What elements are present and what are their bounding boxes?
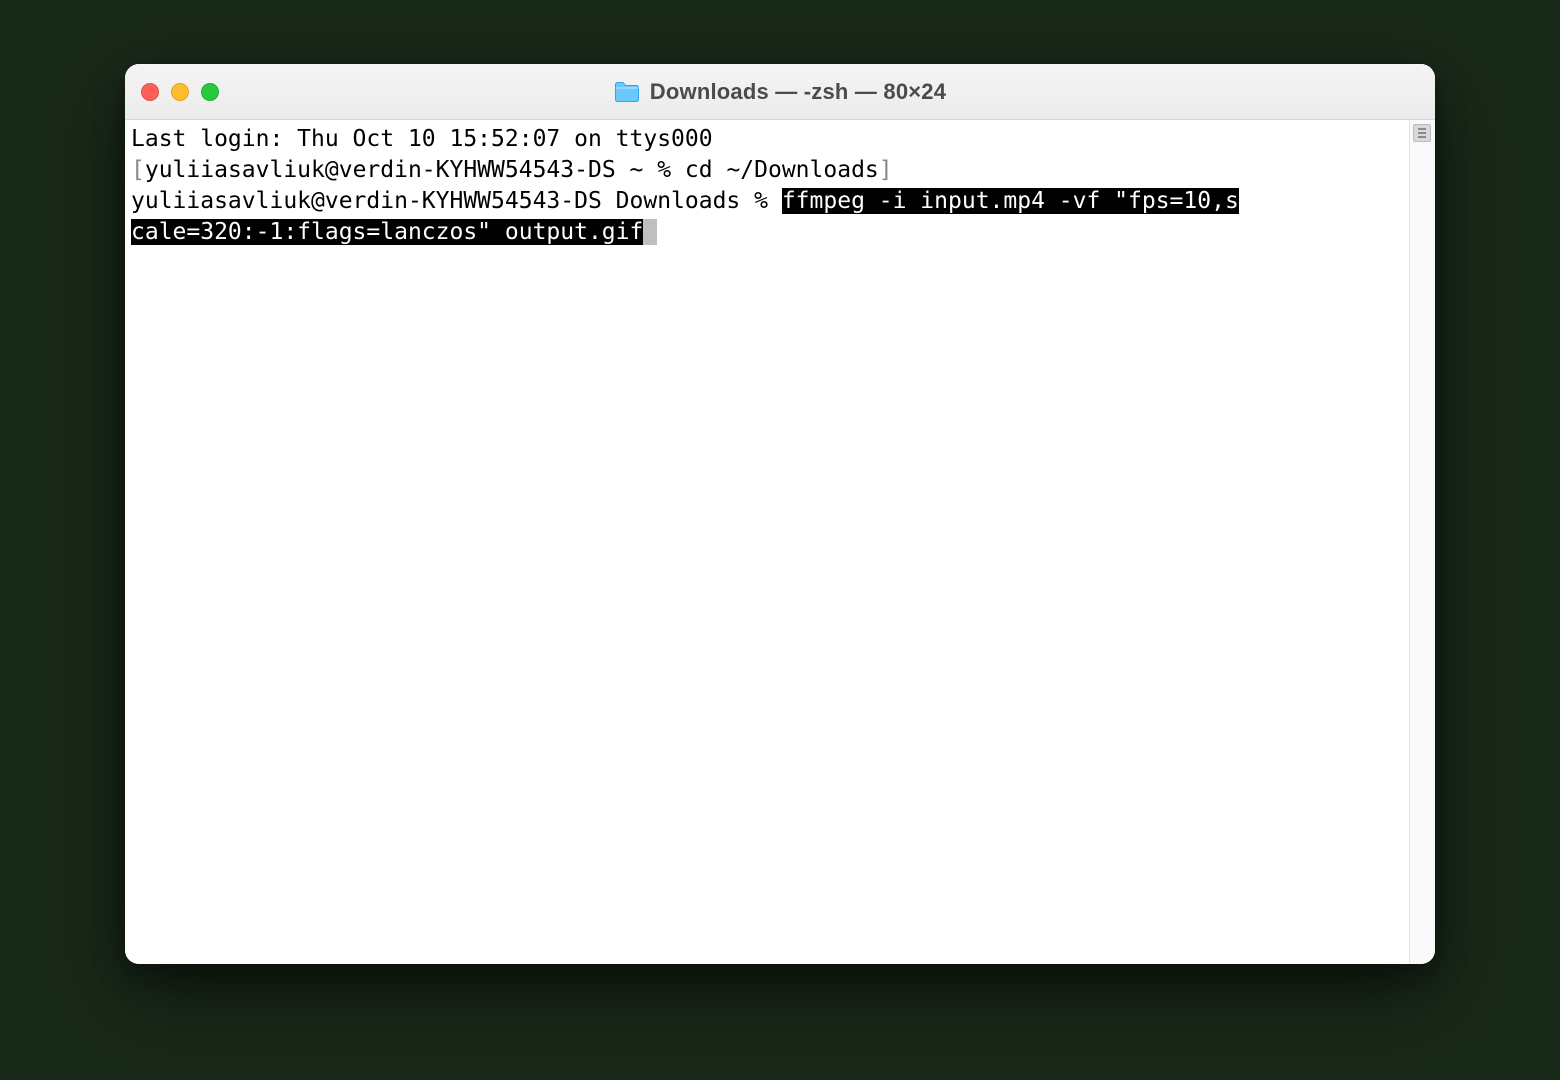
terminal-output[interactable]: Last login: Thu Oct 10 15:52:07 on ttys0… <box>125 120 1409 964</box>
minimize-button[interactable] <box>171 83 189 101</box>
command-2-selection-part-a: ffmpeg -i input.mp4 -vf "fps=10,s <box>782 188 1239 214</box>
prompt-open-bracket: [ <box>131 157 145 183</box>
scrollbar-track[interactable] <box>1409 120 1435 964</box>
close-button[interactable] <box>141 83 159 101</box>
traffic-lights <box>141 83 219 101</box>
scrollbar-handle[interactable] <box>1413 124 1431 142</box>
command-1: cd ~/Downloads <box>685 157 879 183</box>
prompt-line-2: yuliiasavliuk@verdin-KYHWW54543-DS Downl… <box>131 188 782 214</box>
zoom-button[interactable] <box>201 83 219 101</box>
last-login-line: Last login: Thu Oct 10 15:52:07 on ttys0… <box>131 126 713 152</box>
window-title: Downloads — -zsh — 80×24 <box>650 79 946 105</box>
terminal-cursor <box>643 219 657 245</box>
prompt-line-1: yuliiasavliuk@verdin-KYHWW54543-DS ~ % <box>145 157 685 183</box>
folder-icon <box>614 81 640 103</box>
terminal-window: Downloads — -zsh — 80×24 Last login: Thu… <box>125 64 1435 964</box>
command-2-selection-part-b: cale=320:-1:flags=lanczos" output.gif <box>131 219 643 245</box>
window-titlebar[interactable]: Downloads — -zsh — 80×24 <box>125 64 1435 120</box>
prompt-close-bracket: ] <box>879 157 893 183</box>
